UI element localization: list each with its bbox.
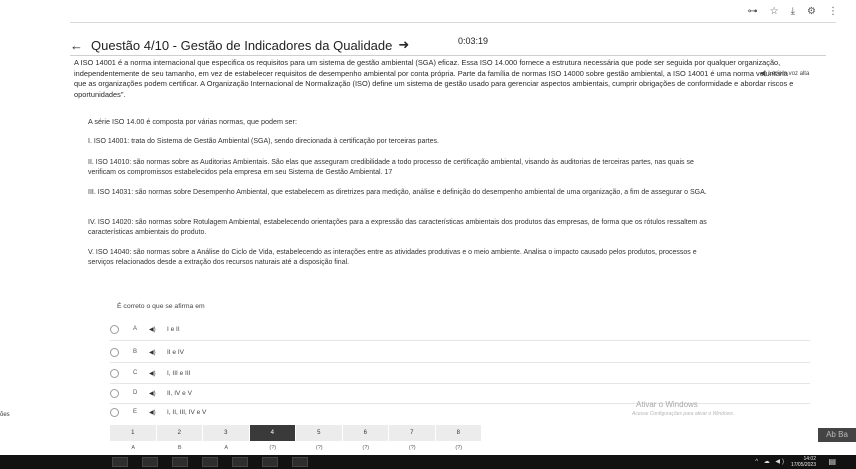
taskbar-app-icon[interactable] xyxy=(172,457,188,467)
page-answer: A xyxy=(131,445,136,451)
page-answer: A xyxy=(224,445,229,451)
system-tray[interactable]: ^ ☁ ◀) xyxy=(755,458,786,465)
option-letter: B xyxy=(133,349,138,355)
notification-icon[interactable]: ▤ xyxy=(828,457,836,466)
option-c[interactable]: C ◀) I, III e III xyxy=(110,364,190,382)
radio-button[interactable] xyxy=(110,368,119,378)
statement-item-2: II. ISO 14010: são normas sobre as Audit… xyxy=(88,159,694,176)
page-button[interactable]: 5 xyxy=(296,425,343,441)
page-button[interactable]: 7 xyxy=(389,425,436,441)
taskbar-app-icon[interactable] xyxy=(202,457,218,467)
option-letter: A xyxy=(133,326,138,332)
page-answer: (?) xyxy=(455,445,463,451)
question-statement: A ISO 14001 é a norma internacional que … xyxy=(74,58,794,99)
page-button[interactable]: 6 xyxy=(343,425,389,441)
page-answer: B xyxy=(177,445,182,451)
page-answer: (?) xyxy=(315,445,323,451)
star-icon[interactable]: ☆ xyxy=(770,6,779,18)
page-answer: (?) xyxy=(362,445,370,451)
statement-item-4: IV. ISO 14020: são normas sobre Rotulage… xyxy=(88,219,707,236)
taskbar-app-icon[interactable] xyxy=(142,457,158,467)
option-d[interactable]: D ◀) II, IV e V xyxy=(110,384,192,402)
next-arrow-icon[interactable]: ➜ xyxy=(398,37,409,53)
taskbar-app-icon[interactable] xyxy=(262,457,278,467)
speaker-icon[interactable]: ◀) xyxy=(149,409,167,416)
page-button[interactable]: 1 xyxy=(110,425,157,441)
option-text: I e II xyxy=(167,325,180,333)
taskbar-clock[interactable]: 14:02 17/05/2023 xyxy=(791,456,816,468)
page-button[interactable]: 3 xyxy=(203,425,250,441)
timer: 0:03:19 xyxy=(458,36,489,46)
key-icon[interactable]: ⊶ xyxy=(748,6,758,18)
question-pager: 1 2 3 4 5 6 7 8 xyxy=(110,425,482,441)
right-edge-fragment: Ab Ba xyxy=(818,428,856,442)
windows-activation-title: Ativar o Windows xyxy=(636,400,698,409)
page-button[interactable]: 2 xyxy=(157,425,203,441)
more-icon[interactable]: ⋮ xyxy=(828,6,838,18)
statement-item-1: I. ISO 14001: trata do Sistema de Gestão… xyxy=(88,138,439,145)
left-edge-fragment: ões xyxy=(0,412,10,418)
option-divider xyxy=(110,362,810,363)
radio-button[interactable] xyxy=(110,347,119,357)
taskbar-app-icon[interactable] xyxy=(112,457,128,467)
radio-button[interactable] xyxy=(110,324,119,334)
read-aloud-button[interactable]: ◀) Ler em voz alta xyxy=(760,70,809,77)
page-button-current[interactable]: 4 xyxy=(249,425,296,441)
option-divider xyxy=(110,383,810,384)
clock-date: 17/05/2023 xyxy=(790,462,816,468)
speaker-icon[interactable]: ◀) xyxy=(149,370,167,377)
speaker-icon[interactable]: ◀) xyxy=(149,390,167,397)
windows-activation-subtitle: Acesse Configurações para ativar o Windo… xyxy=(632,411,735,417)
question-prompt: A série ISO 14.00 é composta por várias … xyxy=(88,117,297,126)
option-e[interactable]: E ◀) I, II, III, IV e V xyxy=(110,403,206,421)
option-letter: C xyxy=(133,370,138,376)
page-title: Questão 4/10 - Gestão de Indicadores da … xyxy=(91,37,393,53)
gear-icon[interactable]: ⚙ xyxy=(807,6,816,18)
back-arrow-icon[interactable]: ← xyxy=(70,38,83,53)
statement-item-5: V. ISO 14040: são normas sobre a Análise… xyxy=(88,249,697,266)
statement-item-3: III. ISO 14031: são normas sobre Desempe… xyxy=(88,189,707,196)
option-b[interactable]: B ◀) II e IV xyxy=(110,343,184,361)
speaker-icon[interactable]: ◀) xyxy=(149,326,167,333)
top-divider xyxy=(70,22,836,23)
radio-button[interactable] xyxy=(110,388,119,398)
option-a[interactable]: A ◀) I e II xyxy=(110,320,180,338)
option-letter: E xyxy=(133,409,138,415)
header-divider xyxy=(70,55,826,56)
browser-toolbar: ⊶ ☆ ⤓ ⚙ ⋮ xyxy=(748,6,838,18)
taskbar-app-icon[interactable] xyxy=(232,457,248,467)
page-button[interactable]: 8 xyxy=(436,425,482,441)
pager-answers: A B A (?) (?) (?) (?) (?) xyxy=(110,445,482,451)
question-header: ← Questão 4/10 - Gestão de Indicadores d… xyxy=(70,36,836,54)
option-text: I, III e III xyxy=(167,369,191,377)
page-answer: (?) xyxy=(269,445,277,451)
option-divider xyxy=(110,340,810,341)
page-answer: (?) xyxy=(408,445,416,451)
windows-taskbar: ^ ☁ ◀) 14:02 17/05/2023 ▤ xyxy=(0,455,856,469)
option-text: II, IV e V xyxy=(167,389,192,397)
option-text: II e IV xyxy=(167,348,184,356)
option-text: I, II, III, IV e V xyxy=(167,408,207,416)
download-icon[interactable]: ⤓ xyxy=(791,6,795,18)
question-text: É correto o que se afirma em xyxy=(117,303,205,310)
taskbar-app-icon[interactable] xyxy=(292,457,308,467)
option-letter: D xyxy=(133,390,138,396)
speaker-icon[interactable]: ◀) xyxy=(149,349,167,356)
radio-button[interactable] xyxy=(110,407,119,417)
option-divider xyxy=(110,403,810,404)
